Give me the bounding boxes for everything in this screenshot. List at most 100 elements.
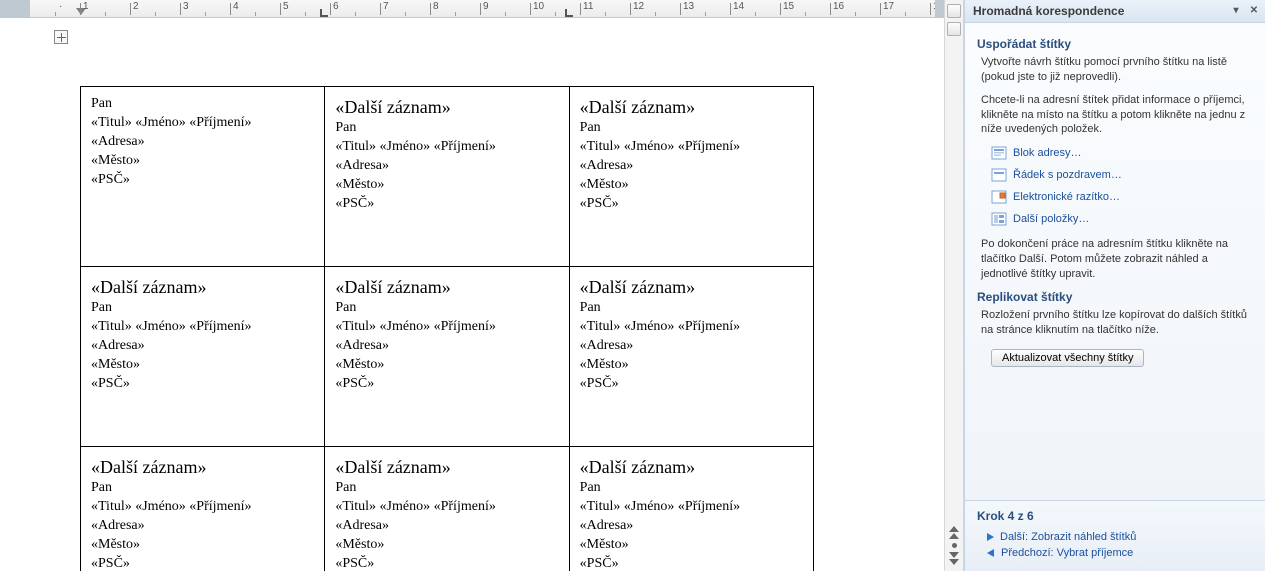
link-label: Řádek s pozdravem…	[1013, 169, 1122, 181]
link-address-block[interactable]: Blok adresy…	[991, 145, 1253, 161]
link-label: Další položky…	[1013, 213, 1089, 225]
merge-line: Pan	[91, 95, 314, 114]
next-record-field: «Další záznam»	[335, 455, 558, 479]
label-cell[interactable]: «Další záznam»Pan«Titul» «Jméno» «Příjme…	[569, 447, 813, 571]
merge-line: «PSČ»	[91, 171, 314, 190]
merge-line: «Titul» «Jméno» «Příjmení»	[580, 318, 803, 337]
tab-stop-icon[interactable]	[320, 9, 328, 17]
wizard-prev-label: Předchozí: Vybrat příjemce	[1001, 547, 1133, 559]
taskpane-close-button[interactable]: ✕	[1247, 4, 1261, 18]
merge-line: «PSČ»	[335, 555, 558, 571]
ruler-number: 8	[430, 0, 431, 18]
ruler-number: 4	[230, 0, 231, 18]
merge-line: Pan	[335, 479, 558, 498]
section-text: Rozložení prvního štítku lze kopírovat d…	[981, 308, 1253, 338]
label-cell[interactable]: «Další záznam»Pan«Titul» «Jméno» «Příjme…	[569, 87, 813, 267]
ruler-number: 18	[930, 0, 931, 18]
merge-line: «Titul» «Jméno» «Příjmení»	[580, 498, 803, 517]
label-cell[interactable]: «Další záznam»Pan«Titul» «Jméno» «Příjme…	[569, 267, 813, 447]
merge-line: «Titul» «Jméno» «Příjmení»	[91, 498, 314, 517]
ruler-number: 7	[380, 0, 381, 18]
next-record-field: «Další záznam»	[335, 275, 558, 299]
taskpane-header: Hromadná korespondence ▾ ✕	[965, 0, 1265, 23]
ruler-number: 17	[880, 0, 881, 18]
ruler-number: 2	[130, 0, 131, 18]
merge-line: Pan	[335, 119, 558, 138]
labels-table[interactable]: Pan«Titul» «Jméno» «Příjmení»«Adresa»«Mě…	[80, 86, 814, 571]
merge-line: «Město»	[335, 176, 558, 195]
merge-line: «Adresa»	[91, 517, 314, 536]
postage-icon	[991, 189, 1007, 205]
merge-line: «Adresa»	[580, 517, 803, 536]
ruler-number: 12	[630, 0, 631, 18]
merge-line: «Titul» «Jméno» «Příjmení»	[91, 114, 314, 133]
horizontal-ruler[interactable]: · 123456789101112131415161718	[0, 0, 944, 18]
merge-line: Pan	[580, 479, 803, 498]
merge-line: «Adresa»	[91, 133, 314, 152]
tab-stop-icon[interactable]	[565, 9, 573, 17]
merge-line: «Město»	[335, 356, 558, 375]
taskpane-menu-button[interactable]: ▾	[1229, 4, 1243, 18]
ruler-number: 5	[280, 0, 281, 18]
merge-line: «Město»	[91, 536, 314, 555]
merge-line: «Titul» «Jméno» «Příjmení»	[335, 318, 558, 337]
next-page-button[interactable]	[949, 552, 959, 565]
taskpane-title: Hromadná korespondence	[973, 4, 1225, 18]
link-label: Blok adresy…	[1013, 147, 1081, 159]
arrow-right-icon	[987, 533, 994, 541]
ruler-number: 1	[80, 0, 81, 18]
merge-line: «Adresa»	[335, 337, 558, 356]
gutter-button[interactable]	[947, 22, 961, 36]
wizard-next-link[interactable]: Další: Zobrazit náhled štítků	[987, 529, 1253, 545]
link-electronic-postage[interactable]: Elektronické razítko…	[991, 189, 1253, 205]
wizard-prev-link[interactable]: Předchozí: Vybrat příjemce	[987, 545, 1253, 561]
merge-line: «PSČ»	[580, 195, 803, 214]
section-heading-arrange: Uspořádat štítky	[977, 37, 1253, 51]
ruler-number: 9	[480, 0, 481, 18]
label-cell[interactable]: «Další záznam»Pan«Titul» «Jméno» «Příjme…	[325, 267, 569, 447]
label-cell[interactable]: «Další záznam»Pan«Titul» «Jméno» «Příjme…	[325, 447, 569, 571]
merge-line: Pan	[91, 299, 314, 318]
browse-object-button[interactable]	[952, 543, 957, 548]
next-record-field: «Další záznam»	[335, 95, 558, 119]
link-greeting-line[interactable]: Řádek s pozdravem…	[991, 167, 1253, 183]
merge-line: «Adresa»	[335, 157, 558, 176]
next-record-field: «Další záznam»	[91, 275, 314, 299]
link-label: Elektronické razítko…	[1013, 191, 1120, 203]
ruler-number: 14	[730, 0, 731, 18]
merge-line: «Město»	[580, 356, 803, 375]
more-items-icon	[991, 211, 1007, 227]
merge-line: «Město»	[580, 176, 803, 195]
merge-line: Pan	[580, 299, 803, 318]
prev-page-button[interactable]	[949, 526, 959, 539]
merge-line: «Město»	[580, 536, 803, 555]
ruler-number: 11	[580, 0, 581, 18]
update-all-labels-button[interactable]: Aktualizovat všechny štítky	[991, 349, 1144, 367]
document-area[interactable]: · 123456789101112131415161718 Pan«Titul»…	[0, 0, 944, 571]
label-cell[interactable]: «Další záznam»Pan«Titul» «Jméno» «Příjme…	[325, 87, 569, 267]
label-cell[interactable]: «Další záznam»Pan«Titul» «Jméno» «Příjme…	[81, 447, 325, 571]
vertical-scroll-gutter[interactable]	[944, 0, 964, 571]
gutter-button[interactable]	[947, 4, 961, 18]
merge-line: «PSČ»	[580, 555, 803, 571]
address-block-icon	[991, 145, 1007, 161]
ruler-number: 6	[330, 0, 331, 18]
merge-line: Pan	[91, 479, 314, 498]
merge-line: «Město»	[91, 356, 314, 375]
section-text: Po dokončení práce na adresním štítku kl…	[981, 237, 1253, 282]
merge-line: «Titul» «Jméno» «Příjmení»	[335, 138, 558, 157]
link-more-items[interactable]: Další položky…	[991, 211, 1253, 227]
merge-line: «PSČ»	[580, 375, 803, 394]
label-cell[interactable]: Pan«Titul» «Jméno» «Příjmení»«Adresa»«Mě…	[81, 87, 325, 267]
next-record-field: «Další záznam»	[580, 275, 803, 299]
label-cell[interactable]: «Další záznam»Pan«Titul» «Jméno» «Příjme…	[81, 267, 325, 447]
table-anchor-icon[interactable]	[54, 30, 68, 44]
ruler-number: 13	[680, 0, 681, 18]
merge-line: «Adresa»	[580, 157, 803, 176]
ruler-number: 16	[830, 0, 831, 18]
wizard-next-label: Další: Zobrazit náhled štítků	[1000, 531, 1136, 543]
wizard-step-indicator: Krok 4 z 6	[977, 509, 1253, 523]
merge-line: «Adresa»	[580, 337, 803, 356]
merge-line: «Adresa»	[91, 337, 314, 356]
merge-line: «PSČ»	[91, 375, 314, 394]
